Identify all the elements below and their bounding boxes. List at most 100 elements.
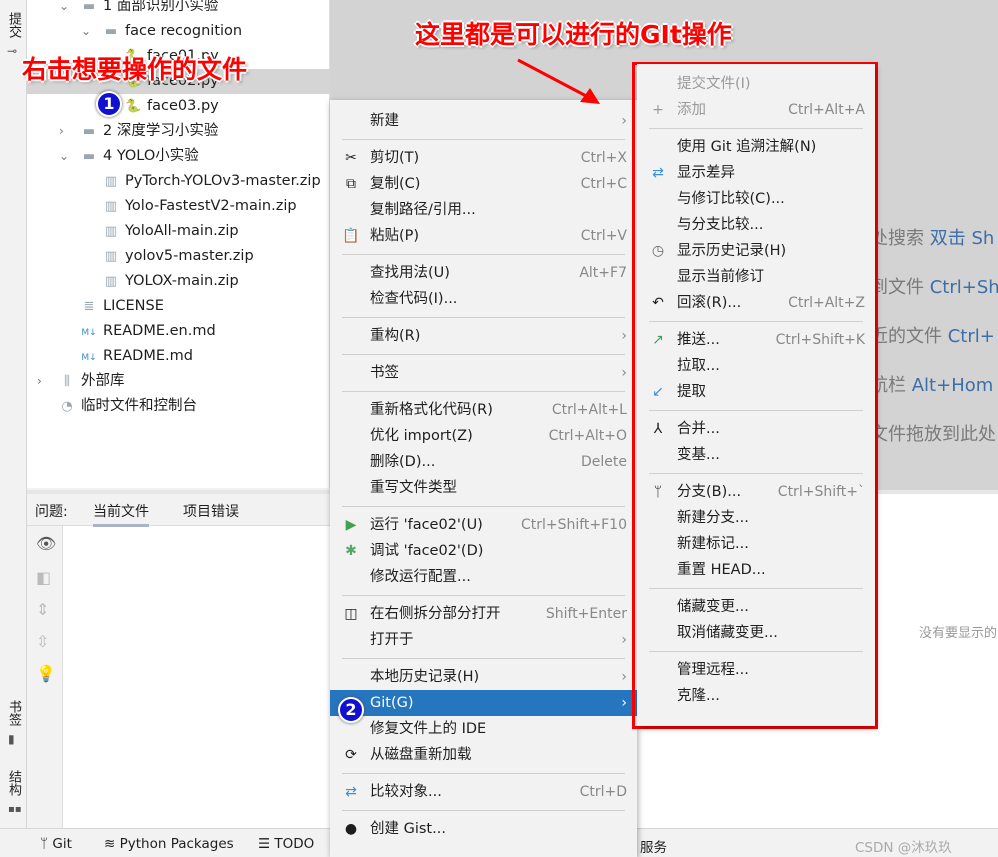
menu-item[interactable]: 与修订比较(C)... xyxy=(637,186,875,212)
menu-item[interactable]: ↗ 推送... Ctrl+Shift+K xyxy=(637,327,875,353)
menu-item[interactable]: ▶ 运行 'face02'(U) Ctrl+Shift+F10 xyxy=(330,512,637,538)
chevron-icon[interactable]: › xyxy=(37,369,42,394)
preview-icon[interactable]: ◧ xyxy=(36,568,51,587)
menu-item-label: 比较对象... xyxy=(370,784,442,800)
commit-icon: ⊸ xyxy=(7,44,18,58)
git-tool-button[interactable]: ᛘ Git xyxy=(40,836,72,852)
tab-project-errors[interactable]: 项目错误 xyxy=(183,501,239,521)
menu-item-shortcut: Ctrl+Alt+L xyxy=(551,402,627,418)
menu-item[interactable]: 重写文件类型 xyxy=(330,475,637,501)
menu-item[interactable]: 管理远程... xyxy=(637,657,875,683)
menu-item[interactable]: ✱ 调试 'face02'(D) xyxy=(330,538,637,564)
tree-item[interactable]: › ▬ 2 深度学习小实验 xyxy=(59,119,219,144)
tree-item[interactable]: ⌄ ▬ face recognition xyxy=(81,19,242,44)
services-button[interactable]: 服务 xyxy=(640,836,667,856)
tree-item[interactable]: ≣ LICENSE xyxy=(81,294,164,319)
tree-item[interactable]: ▥ PyTorch-YOLOv3-master.zip xyxy=(103,169,321,194)
tree-item-label: YOLOX-main.zip xyxy=(125,273,239,289)
menu-item[interactable]: ⅄ 合并... xyxy=(637,416,875,442)
tree-item[interactable]: ▥ yolov5-master.zip xyxy=(103,244,254,269)
tree-item[interactable]: ⌄ ▬ 1 面部识别小实验 xyxy=(59,0,218,19)
menu-item[interactable]: 📋 粘贴(P) Ctrl+V xyxy=(330,223,637,249)
menu-item-label: 优化 import(Z) xyxy=(370,428,473,444)
menu-item[interactable]: 变基... xyxy=(637,442,875,468)
tree-item[interactable]: ⌄ ▬ 4 YOLO小实验 xyxy=(59,144,199,169)
menu-item[interactable]: 重构(R) › xyxy=(330,323,637,349)
chevron-icon[interactable]: › xyxy=(59,119,64,144)
menu-item[interactable]: 新建标记... xyxy=(637,531,875,557)
tree-item[interactable]: ▥ Yolo-FastestV2-main.zip xyxy=(103,194,297,219)
tree-item[interactable]: M↓ README.md xyxy=(81,344,193,369)
tab-current-file[interactable]: 当前文件 xyxy=(93,501,149,527)
chevron-icon[interactable]: ⌄ xyxy=(59,0,69,19)
collapse-all-icon[interactable]: ⇳ xyxy=(36,632,49,651)
menu-item[interactable]: 提交文件(I) xyxy=(637,71,875,97)
menu-item[interactable]: ◷ 显示历史记录(H) xyxy=(637,238,875,264)
menu-item[interactable]: 查找用法(U) Alt+F7 xyxy=(330,260,637,286)
menu-item[interactable]: 显示当前修订 xyxy=(637,264,875,290)
tree-item[interactable]: 🐍 face03.py xyxy=(125,94,219,119)
menu-item[interactable]: ⟳ 从磁盘重新加载 xyxy=(330,742,637,768)
menu-item[interactable]: + 添加 Ctrl+Alt+A xyxy=(637,97,875,123)
menu-item[interactable]: 修复文件上的 IDE xyxy=(330,716,637,742)
menu-item[interactable]: 拉取... xyxy=(637,353,875,379)
lightbulb-icon[interactable]: 💡 xyxy=(36,664,56,683)
menu-item[interactable]: 使用 Git 追溯注解(N) xyxy=(637,134,875,160)
menu-item-label: 分支(B)... xyxy=(677,484,742,500)
menu-item[interactable]: 检查代码(I)... xyxy=(330,286,637,312)
menu-item[interactable]: 重置 HEAD... xyxy=(637,557,875,583)
menu-item-label: 删除(D)... xyxy=(370,454,436,470)
menu-item[interactable]: 克隆... xyxy=(637,683,875,709)
menu-separator xyxy=(330,349,637,360)
tree-item[interactable]: ◔ 临时文件和控制台 xyxy=(59,394,197,419)
menu-item[interactable]: ⇄ 显示差异 xyxy=(637,160,875,186)
tree-item[interactable]: › ⫼ 外部库 xyxy=(37,369,125,394)
tree-item-label: 2 深度学习小实验 xyxy=(103,123,219,139)
menu-item[interactable]: 储藏变更... xyxy=(637,594,875,620)
menu-item[interactable]: 优化 import(Z) Ctrl+Alt+O xyxy=(330,423,637,449)
bookmark-icon: ▮ xyxy=(8,732,15,746)
menu-item[interactable]: 修改运行配置... xyxy=(330,564,637,590)
run-icon: ▶ xyxy=(345,517,357,533)
eye-icon[interactable]: 👁 xyxy=(36,534,56,553)
tree-item-label: PyTorch-YOLOv3-master.zip xyxy=(125,173,321,189)
chevron-icon[interactable]: ⌄ xyxy=(59,144,69,169)
tree-item[interactable]: M↓ README.en.md xyxy=(81,319,215,344)
menu-item[interactable]: 删除(D)... Delete xyxy=(330,449,637,475)
bookmarks-tool-tab[interactable]: 书签 xyxy=(4,700,23,726)
python-packages-button[interactable]: ≋ Python Packages xyxy=(104,836,234,852)
menu-item[interactable]: ◫ 在右侧拆分部分打开 Shift+Enter xyxy=(330,601,637,627)
tree-item[interactable]: ▥ YoloAll-main.zip xyxy=(103,219,239,244)
menu-item[interactable]: 复制路径/引用... xyxy=(330,197,637,223)
menu-item[interactable]: 本地历史记录(H) › xyxy=(330,664,637,690)
menu-item[interactable]: ✂ 剪切(T) Ctrl+X xyxy=(330,145,637,171)
diff-icon: ⇄ xyxy=(652,165,664,181)
menu-item[interactable]: 重新格式化代码(R) Ctrl+Alt+L xyxy=(330,397,637,423)
menu-item[interactable]: 书签 › xyxy=(330,360,637,386)
expand-all-icon[interactable]: ⇕ xyxy=(36,600,49,619)
menu-item[interactable]: ↙ 提取 xyxy=(637,379,875,405)
menu-item-label: 重写文件类型 xyxy=(370,480,457,496)
menu-item[interactable]: ⇄ 比较对象... Ctrl+D xyxy=(330,779,637,805)
menu-item[interactable]: ↶ 回滚(R)... Ctrl+Alt+Z xyxy=(637,290,875,316)
menu-item[interactable]: 打开于 › xyxy=(330,627,637,653)
menu-item[interactable]: Git(G) › xyxy=(330,690,637,716)
context-menu: 新建 › ✂ 剪切(T) Ctrl+X ⧉ 复制(C) Ctrl+C 复制路径/引用... 📋 粘贴… xyxy=(330,100,637,857)
todo-button[interactable]: ☰ TODO xyxy=(258,836,314,852)
commit-tool-tab[interactable]: 提交 xyxy=(4,12,23,38)
tree-item-label: face03.py xyxy=(147,98,219,114)
branch-icon: ᛘ xyxy=(653,484,663,500)
menu-item[interactable]: ● 创建 Gist... xyxy=(330,816,637,842)
menu-item[interactable]: 新建分支... xyxy=(637,505,875,531)
menu-item[interactable]: 取消储藏变更... xyxy=(637,620,875,646)
menu-item[interactable]: 与分支比较... xyxy=(637,212,875,238)
tree-item[interactable]: ▥ YOLOX-main.zip xyxy=(103,269,239,294)
add-icon: + xyxy=(652,102,664,118)
zip-icon: ▥ xyxy=(104,274,118,289)
structure-tool-tab[interactable]: 结构 xyxy=(4,770,23,796)
chevron-icon[interactable]: ⌄ xyxy=(81,19,91,44)
menu-item[interactable]: ᛘ 分支(B)... Ctrl+Shift+` xyxy=(637,479,875,505)
menu-separator xyxy=(637,646,875,657)
step-badge-1: 1 xyxy=(96,91,122,117)
menu-item[interactable]: ⧉ 复制(C) Ctrl+C xyxy=(330,171,637,197)
